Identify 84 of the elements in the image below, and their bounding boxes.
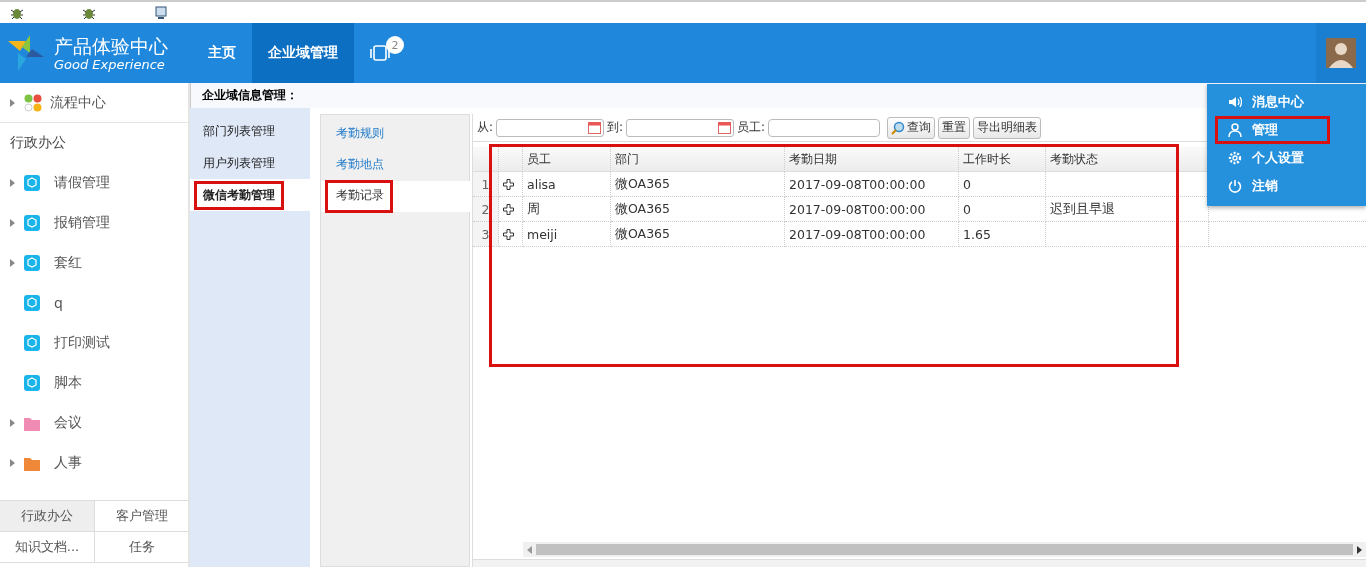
sidebar-item[interactable]: 流程中心 xyxy=(0,83,188,123)
sidebar-item[interactable]: 请假管理 xyxy=(54,174,110,192)
sidebar-item[interactable]: 打印测试 xyxy=(54,334,110,352)
sidebar-item[interactable]: q xyxy=(54,295,63,311)
apps-icon xyxy=(24,93,42,112)
sidebar-item[interactable]: 人事 xyxy=(54,454,82,472)
table-cell: 2017-09-08T00:00:00 xyxy=(785,197,959,222)
scroll-left-icon[interactable] xyxy=(527,545,532,554)
user-icon xyxy=(1228,123,1242,137)
highlight-frame: 考勤记录 xyxy=(325,180,393,213)
cube-icon xyxy=(24,215,40,231)
table-cell: alisa xyxy=(523,172,611,197)
monitor-icon[interactable] xyxy=(154,5,168,20)
cube-icon xyxy=(24,175,40,191)
caret-icon[interactable] xyxy=(10,418,16,428)
employee-field[interactable] xyxy=(768,118,881,137)
column-header[interactable]: 考勤状态 xyxy=(1046,147,1209,172)
caret-icon[interactable] xyxy=(10,218,16,228)
toolbar-button[interactable]: 重置 xyxy=(938,116,971,139)
search-button[interactable]: 查询 xyxy=(887,116,936,139)
power-icon xyxy=(1228,179,1242,193)
cube-icon xyxy=(24,295,40,311)
sidebar-item[interactable]: 报销管理 xyxy=(54,214,110,232)
caret-icon[interactable] xyxy=(10,178,16,188)
search-icon xyxy=(891,120,906,135)
table-cell: 0 xyxy=(959,172,1046,197)
caret-icon[interactable] xyxy=(10,258,16,268)
table-cell: 2017-09-08T00:00:00 xyxy=(785,222,959,247)
notification-badge: 2 xyxy=(386,36,404,54)
menu-item[interactable]: 部门列表管理 xyxy=(190,115,310,147)
toolbar-button[interactable]: 导出明细表 xyxy=(973,116,1042,139)
section-heading: 行政办公 xyxy=(9,133,67,152)
table-cell: 0 xyxy=(959,197,1046,222)
sidebar-item[interactable]: 会议 xyxy=(54,414,82,432)
column-header[interactable]: 考勤日期 xyxy=(785,147,959,172)
avatar-icon[interactable] xyxy=(1326,38,1356,68)
sub-tab[interactable]: 考勤地点 xyxy=(321,150,470,181)
from-label: 从: xyxy=(477,119,494,136)
date-field[interactable] xyxy=(496,118,605,137)
table-cell: 2017-09-08T00:00:00 xyxy=(785,172,959,197)
sidebar-item[interactable]: 脚本 xyxy=(54,374,82,392)
sidebar-label: 流程中心 xyxy=(50,93,106,112)
menu-item[interactable]: 用户列表管理 xyxy=(190,147,310,179)
cube-icon xyxy=(24,375,40,391)
caret-icon[interactable] xyxy=(10,97,16,108)
speaker-icon xyxy=(1228,95,1242,109)
highlight-frame: 微信考勤管理 xyxy=(194,180,284,210)
expand-icon[interactable] xyxy=(503,228,514,240)
folder-icon xyxy=(24,415,40,431)
gear-icon xyxy=(1228,151,1242,165)
column-header[interactable]: 工作时长 xyxy=(959,147,1046,172)
scroll-right-icon[interactable] xyxy=(1357,545,1362,554)
calendar-icon[interactable] xyxy=(588,121,602,134)
column-header[interactable]: 部门 xyxy=(611,147,785,172)
caret-icon[interactable] xyxy=(10,458,16,468)
logo-subtitle: Good Experience xyxy=(54,56,166,72)
date-field[interactable] xyxy=(626,118,735,137)
calendar-icon[interactable] xyxy=(718,121,732,134)
expand-icon[interactable] xyxy=(503,178,514,190)
column-header[interactable]: 员工 xyxy=(523,147,611,172)
sidebar-item[interactable]: 套红 xyxy=(54,254,82,272)
nav-tab[interactable]: 主页 xyxy=(192,23,252,83)
folder-icon xyxy=(24,455,40,471)
nav-tab[interactable]: 企业域管理 xyxy=(252,23,354,83)
menu-item[interactable]: 微信考勤管理 xyxy=(190,179,310,211)
table-cell: 微OA365 xyxy=(611,197,785,222)
devices-icon xyxy=(370,44,392,62)
table-cell: meiji xyxy=(523,222,611,247)
logo-title: 产品体验中心 xyxy=(54,34,168,57)
table-cell: 微OA365 xyxy=(611,172,785,197)
horizontal-scrollbar[interactable] xyxy=(523,542,1366,557)
devices-tab[interactable]: 2 xyxy=(354,23,408,83)
module-tab[interactable]: 知识文档... xyxy=(0,532,95,563)
sub-tab[interactable]: 考勤记录 xyxy=(321,181,470,212)
cube-icon xyxy=(24,335,40,351)
cube-icon xyxy=(24,255,40,271)
table-cell: 周 xyxy=(523,197,611,222)
expand-icon[interactable] xyxy=(503,203,514,215)
to-label: 到: xyxy=(607,119,624,136)
employee-label: 员工: xyxy=(737,119,766,136)
table-cell: 1.65 xyxy=(959,222,1046,247)
sub-tab[interactable]: 考勤规则 xyxy=(321,119,470,150)
table-cell: 微OA365 xyxy=(611,222,785,247)
module-tab[interactable]: 行政办公 xyxy=(0,501,95,532)
